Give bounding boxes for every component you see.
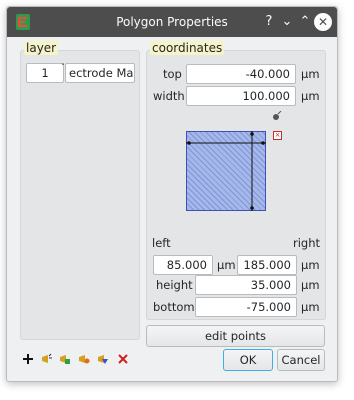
cancel-button[interactable]: Cancel bbox=[277, 349, 325, 371]
layer-tool-blue-icon[interactable] bbox=[97, 353, 109, 365]
minimize-button[interactable]: ⌄ bbox=[278, 13, 296, 31]
bottom-unit: µm bbox=[301, 300, 320, 314]
layer-group-title: layer bbox=[24, 41, 59, 55]
help-button[interactable]: ? bbox=[260, 13, 278, 31]
layer-group bbox=[20, 50, 140, 340]
width-label: width bbox=[153, 89, 185, 103]
top-field[interactable]: -40.000 bbox=[186, 64, 296, 84]
layer-tool-green-icon[interactable] bbox=[59, 353, 71, 365]
ok-button[interactable]: OK bbox=[223, 349, 273, 371]
edit-points-button[interactable]: edit points bbox=[146, 325, 325, 347]
coordinates-group-title: coordinates bbox=[150, 41, 225, 55]
maximize-button[interactable]: ⌃ bbox=[296, 13, 314, 31]
left-unit: µm bbox=[217, 258, 236, 272]
layer-number-field[interactable]: 1 bbox=[26, 63, 64, 83]
title-bar[interactable]: Polygon Properties ? ⌄ ⌃ ✕ bbox=[7, 7, 337, 37]
right-unit: µm bbox=[301, 258, 320, 272]
right-label: right bbox=[293, 236, 321, 250]
width-field[interactable]: 100.000 bbox=[186, 86, 296, 106]
top-label: top bbox=[163, 67, 182, 81]
height-label: height bbox=[156, 278, 193, 292]
left-field[interactable]: 85.000 bbox=[153, 255, 213, 275]
bottom-label: bottom bbox=[153, 300, 195, 314]
close-button[interactable]: ✕ bbox=[314, 13, 332, 31]
height-field[interactable]: 35.000 bbox=[195, 275, 297, 295]
width-unit: µm bbox=[301, 89, 320, 103]
delete-icon[interactable] bbox=[118, 354, 128, 364]
height-unit: µm bbox=[301, 278, 320, 292]
preview-dimension-lines bbox=[186, 131, 266, 211]
left-label: left bbox=[152, 236, 171, 250]
top-unit: µm bbox=[301, 67, 320, 81]
bottom-field[interactable]: -75.000 bbox=[195, 297, 297, 317]
anchor-icon[interactable] bbox=[272, 111, 282, 121]
right-field[interactable]: 185.000 bbox=[237, 255, 297, 275]
add-icon[interactable] bbox=[23, 354, 33, 364]
layer-tool-icon[interactable] bbox=[41, 353, 53, 365]
layer-tool-orange-icon[interactable] bbox=[78, 353, 90, 365]
layer-name-field[interactable]: ectrode Mask bbox=[65, 63, 135, 83]
corner-toggle-icon[interactable]: × bbox=[273, 131, 282, 140]
